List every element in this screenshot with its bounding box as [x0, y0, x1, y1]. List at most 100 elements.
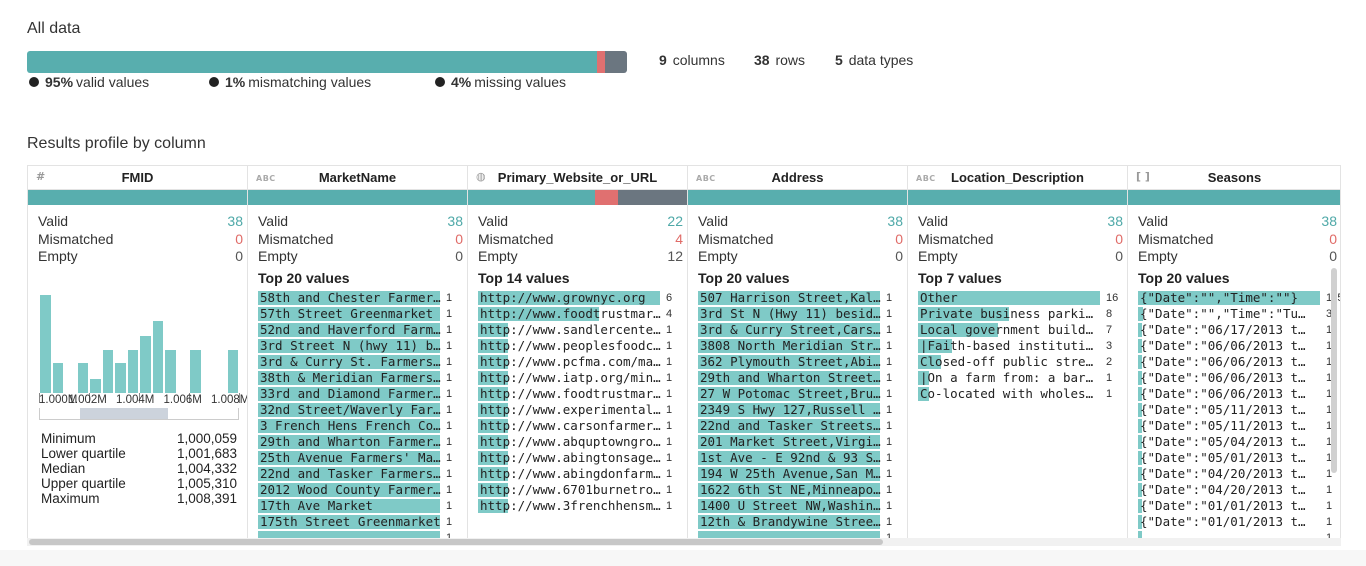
value-row[interactable]: {"Date":"01/01/2013 t… 1: [1138, 498, 1340, 514]
column-header[interactable]: ABC Location_Description: [908, 166, 1127, 190]
column-quality-bar[interactable]: [688, 190, 907, 205]
value-row[interactable]: {"Date":"01/01/2013 t… 1: [1138, 514, 1340, 530]
value-row[interactable]: 1622 6th St NE,Minneapo… 1: [698, 482, 907, 498]
histogram-bar[interactable]: [165, 350, 176, 393]
column-quality-bar[interactable]: [28, 190, 247, 205]
value-row[interactable]: http://www.6701burnetro… 1: [478, 482, 687, 498]
column-header[interactable]: ABC MarketName: [248, 166, 467, 190]
histogram-bar[interactable]: [52, 363, 63, 393]
value-row[interactable]: 201 Market Street,Virgi… 1: [698, 434, 907, 450]
value-row[interactable]: http://www.iatp.org/min… 1: [478, 370, 687, 386]
value-row[interactable]: {"Date":"06/06/2013 t… 1: [1138, 338, 1340, 354]
value-row[interactable]: 3rd Street N (hwy 11) b… 1: [258, 338, 467, 354]
value-row[interactable]: 22nd and Tasker Streets… 1: [698, 418, 907, 434]
value-row[interactable]: 29th and Wharton Farmer… 1: [258, 434, 467, 450]
range-selection[interactable]: [80, 408, 168, 419]
value-row[interactable]: 57th Street Greenmarket 1: [258, 306, 467, 322]
value-row[interactable]: {"Date":"06/06/2013 t… 1: [1138, 354, 1340, 370]
value-row[interactable]: Other 16: [918, 290, 1127, 306]
value-row[interactable]: http://www.foodtrustmar… 1: [478, 386, 687, 402]
value-row[interactable]: http://www.foodtrustmar… 4: [478, 306, 687, 322]
value-row[interactable]: {"Date":"","Time":""}115: [1138, 290, 1340, 306]
value-row[interactable]: Private business parki… 8: [918, 306, 1127, 322]
value-row[interactable]: http://www.sandlercente… 1: [478, 322, 687, 338]
fmid-histogram[interactable]: [39, 291, 239, 393]
value-row[interactable]: 52nd and Haverford Farm… 1: [258, 322, 467, 338]
value-row[interactable]: 58th and Chester Farmer… 1: [258, 290, 467, 306]
value-row[interactable]: 38th & Meridian Farmers… 1: [258, 370, 467, 386]
value-row[interactable]: {"Date":"06/17/2013 t… 1: [1138, 322, 1340, 338]
value-row[interactable]: 3rd St N (Hwy 11) besid… 1: [698, 306, 907, 322]
column-header[interactable]: ◍ Primary_Website_or_URL: [468, 166, 687, 190]
value-row[interactable]: http://www.carsonfarmer… 1: [478, 418, 687, 434]
value-row[interactable]: 27 W Potomac Street,Bru… 1: [698, 386, 907, 402]
value-row[interactable]: http://www.peoplesfoodc… 1: [478, 338, 687, 354]
value-row[interactable]: {"Date":"04/20/2013 t… 1: [1138, 466, 1340, 482]
column-header[interactable]: ABC Address: [688, 166, 907, 190]
value-row[interactable]: http://www.3frenchhensm… 1: [478, 498, 687, 514]
summary-quality-bar[interactable]: [27, 51, 627, 73]
histogram-bar[interactable]: [140, 336, 151, 393]
value-row[interactable]: http://www.experimental… 1: [478, 402, 687, 418]
value-row[interactable]: 3 French Hens French Co… 1: [258, 418, 467, 434]
value-row[interactable]: http://www.pcfma.com/ma… 1: [478, 354, 687, 370]
value-row[interactable]: 2349 S Hwy 127,Russell … 1: [698, 402, 907, 418]
value-row[interactable]: 194 W 25th Avenue,San M… 1: [698, 466, 907, 482]
value-row[interactable]: 3rd & Curry Street,Cars… 1: [698, 322, 907, 338]
value-row[interactable]: http://www.abingdonfarm… 1: [478, 466, 687, 482]
value-row[interactable]: 1st Ave - E 92nd & 93 S… 1: [698, 450, 907, 466]
column-quality-bar[interactable]: [908, 190, 1127, 205]
value-row[interactable]: 3rd & Curry St. Farmers… 1: [258, 354, 467, 370]
value-row[interactable]: 1400 U Street NW,Washin… 1: [698, 498, 907, 514]
histogram-bar[interactable]: [102, 350, 113, 393]
value-row[interactable]: 2012 Wood County Farmer… 1: [258, 482, 467, 498]
vertical-scrollbar[interactable]: [1330, 268, 1338, 538]
value-row[interactable]: |On a farm from: a bar… 1: [918, 370, 1127, 386]
value-row[interactable]: http://www.grownyc.org 6: [478, 290, 687, 306]
value-row[interactable]: Co-located with wholes… 1: [918, 386, 1127, 402]
value-row[interactable]: {"Date":"","Time":"Tu… 3: [1138, 306, 1340, 322]
histogram-bar[interactable]: [90, 379, 101, 393]
value-row[interactable]: Local government build… 7: [918, 322, 1127, 338]
value-row[interactable]: 17th Ave Market 1: [258, 498, 467, 514]
value-row[interactable]: {"Date":"04/20/2013 t… 1: [1138, 482, 1340, 498]
histogram-bar[interactable]: [152, 321, 163, 393]
column-quality-bar[interactable]: [248, 190, 467, 205]
vertical-scroll-thumb[interactable]: [1331, 268, 1337, 473]
value-row[interactable]: 3808 North Meridian Str… 1: [698, 338, 907, 354]
column-quality-bar[interactable]: [468, 190, 687, 205]
value-row[interactable]: 22nd and Tasker Farmers… 1: [258, 466, 467, 482]
column-header[interactable]: [ ] Seasons: [1128, 166, 1340, 190]
value-row[interactable]: 12th & Brandywine Stree… 1: [698, 514, 907, 530]
histogram-bar[interactable]: [127, 350, 138, 393]
value-row[interactable]: {"Date":"05/01/2013 t… 1: [1138, 450, 1340, 466]
value-row[interactable]: 32nd Street/Waverly Far… 1: [258, 402, 467, 418]
horizontal-scroll-thumb[interactable]: [29, 539, 883, 545]
histogram-bar[interactable]: [227, 350, 238, 393]
value-row[interactable]: http://www.abquptowngro… 1: [478, 434, 687, 450]
histogram-bar[interactable]: [190, 350, 201, 393]
value-row[interactable]: 33rd and Diamond Farmer… 1: [258, 386, 467, 402]
value-text: {"Date":"04/20/2013 t…: [1140, 482, 1306, 497]
value-row[interactable]: {"Date":"06/06/2013 t… 1: [1138, 370, 1340, 386]
value-row[interactable]: |Faith-based instituti… 3: [918, 338, 1127, 354]
value-row[interactable]: 507 Harrison Street,Kal… 1: [698, 290, 907, 306]
horizontal-scrollbar[interactable]: [27, 538, 1341, 546]
count-row-mismatched: Mismatched 4: [478, 231, 683, 249]
value-row[interactable]: 362 Plymouth Street,Abi… 1: [698, 354, 907, 370]
column-header[interactable]: # FMID: [28, 166, 247, 190]
value-row[interactable]: {"Date":"06/06/2013 t… 1: [1138, 386, 1340, 402]
histogram-bar[interactable]: [115, 363, 126, 393]
value-row[interactable]: Closed-off public stre… 2: [918, 354, 1127, 370]
histogram-bar[interactable]: [40, 295, 51, 393]
value-row[interactable]: 25th Avenue Farmers' Ma… 1: [258, 450, 467, 466]
histogram-bar[interactable]: [77, 363, 88, 393]
value-row[interactable]: http://www.abingtonsage… 1: [478, 450, 687, 466]
histogram-range-selector[interactable]: [39, 408, 239, 420]
column-quality-bar[interactable]: [1128, 190, 1340, 205]
value-row[interactable]: {"Date":"05/04/2013 t… 1: [1138, 434, 1340, 450]
value-row[interactable]: {"Date":"05/11/2013 t… 1: [1138, 418, 1340, 434]
value-row[interactable]: {"Date":"05/11/2013 t… 1: [1138, 402, 1340, 418]
value-row[interactable]: 175th Street Greenmarket 1: [258, 514, 467, 530]
value-row[interactable]: 29th and Wharton Street… 1: [698, 370, 907, 386]
